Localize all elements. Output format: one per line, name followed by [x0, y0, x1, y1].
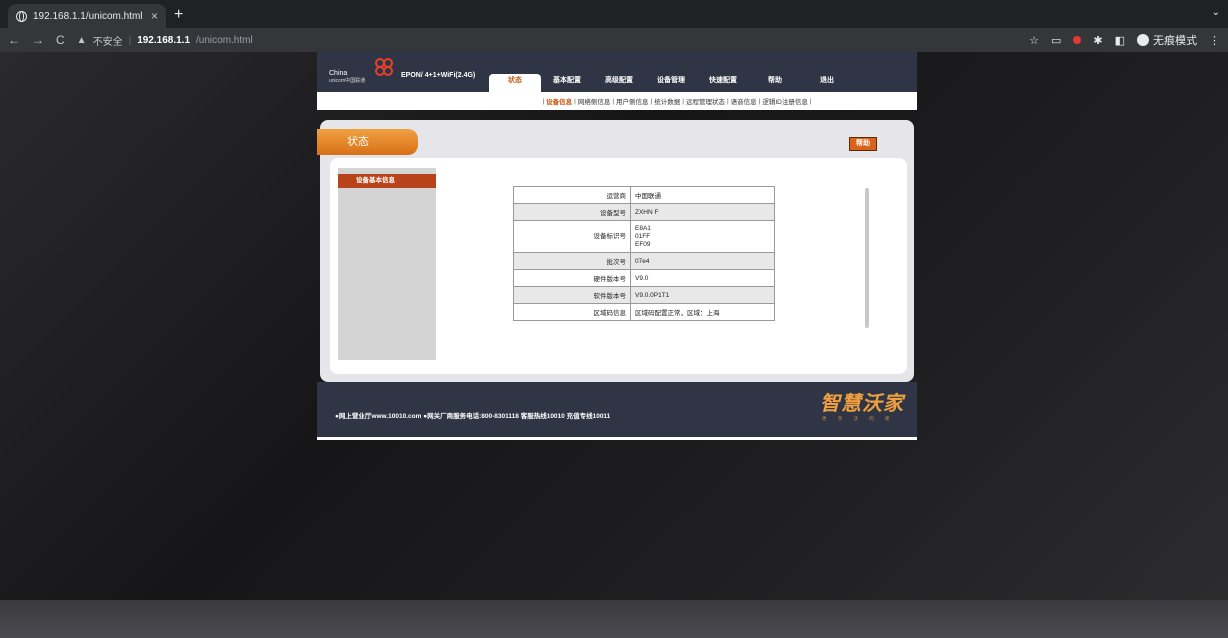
table-key: 区域码信息 — [513, 303, 631, 321]
table-key: 硬件版本号 — [513, 269, 631, 287]
address-bar[interactable]: ▲ 不安全 | 192.168.1.1/unicom.html — [77, 33, 253, 48]
brand-logo-text: 智慧沃家 — [820, 393, 904, 415]
main-nav: 状态 基本配置 高级配置 设备管理 快速配置 帮助 退出 — [489, 74, 853, 92]
star-icon[interactable]: ☆ — [1029, 34, 1039, 47]
adblock-icon[interactable] — [1073, 36, 1082, 44]
incognito-badge[interactable]: 无痕模式 — [1137, 32, 1197, 48]
table-value: 中国联通 — [630, 186, 775, 204]
table-row: 批次号 07e4 — [513, 252, 775, 270]
incognito-label: 无痕模式 — [1153, 35, 1197, 47]
nav-advanced-config[interactable]: 高级配置 — [593, 74, 645, 92]
nav-basic-config[interactable]: 基本配置 — [541, 74, 593, 92]
globe-icon — [16, 10, 27, 22]
table-value: E8A1 01FF EF09 — [630, 220, 775, 253]
table-row: 硬件版本号 V9.0 — [513, 269, 775, 287]
table-key: 设备标识号 — [513, 220, 631, 253]
browser-tabstrip: 192.168.1.1/unicom.html × + ⌄ — [0, 0, 1228, 28]
nav-quick-config[interactable]: 快速配置 — [697, 74, 749, 92]
table-key: 运营商 — [513, 186, 631, 204]
table-key: 软件版本号 — [513, 286, 631, 304]
puzzle-icon[interactable]: ✱ — [1093, 34, 1102, 47]
logo-sub: unicom中国联通 — [329, 78, 366, 84]
reload-icon[interactable]: C — [56, 33, 65, 47]
close-tab-icon[interactable]: × — [151, 9, 158, 23]
table-value: ZXHN F — [630, 203, 775, 221]
nav-logout[interactable]: 退出 — [801, 74, 853, 92]
browser-tab[interactable]: 192.168.1.1/unicom.html × — [8, 4, 166, 28]
content-panel: 状态 帮助 设备基本信息 运营商 中国联通 设备型号 ZXHN F 设备标识号 E8A1 … — [317, 120, 914, 382]
incognito-icon — [1137, 34, 1149, 46]
help-button[interactable]: 帮助 — [849, 137, 877, 151]
forward-arrow-icon[interactable]: → — [32, 33, 44, 47]
nav-device-management[interactable]: 设备管理 — [645, 74, 697, 92]
table-row: 运营商 中国联通 — [513, 186, 775, 204]
sub-nav: | 设备信息 | 网络侧信息 | 用户侧信息 | 统计数据 | 远程管理状态 |… — [317, 92, 917, 110]
unicom-logo: China unicom中国联通 — [329, 56, 409, 88]
subnav-statistics[interactable]: 统计数据 — [654, 96, 680, 106]
table-value: V9.0 — [630, 269, 775, 287]
sidepanel-icon[interactable]: ◧ — [1115, 34, 1125, 47]
toolbar-actions: ☆ ▭ ✱ ◧ 无痕模式 ⋮ — [1029, 32, 1220, 48]
new-tab-button[interactable]: + — [174, 6, 183, 24]
table-value: V9.0.0P1T1 — [630, 286, 775, 304]
subnav-device-info[interactable]: 设备信息 — [546, 96, 572, 106]
table-row: 设备型号 ZXHN F — [513, 203, 775, 221]
subnav-network-info[interactable]: 网络侧信息 — [578, 96, 611, 106]
table-row: 软件版本号 V9.0.0P1T1 — [513, 286, 775, 304]
table-value: 07e4 — [630, 252, 775, 270]
brand-slogan: 更 享 沃 的 家 — [822, 416, 895, 421]
footer-divider — [317, 437, 917, 440]
subnav-user-info[interactable]: 用户侧信息 — [616, 96, 649, 106]
tab-title: 192.168.1.1/unicom.html — [33, 10, 143, 22]
logo-en: China — [329, 70, 348, 77]
url-separator: | — [128, 34, 132, 46]
nav-help[interactable]: 帮助 — [749, 74, 801, 92]
unicom-knot-icon — [375, 58, 393, 76]
content-inner: 设备基本信息 运营商 中国联通 设备型号 ZXHN F 设备标识号 E8A1 01FF E… — [330, 158, 907, 374]
chevron-down-icon[interactable]: ⌄ — [1212, 7, 1220, 18]
security-status: 不安全 — [92, 36, 123, 48]
table-value: 区域码配置正常，区域：上海 — [630, 303, 775, 321]
url-host: 192.168.1.1 — [137, 34, 191, 46]
router-ui: China unicom中国联通 EPON/ 4+1+WiFi(2.4G) 状态… — [317, 52, 917, 440]
page-bottom-band — [0, 600, 1228, 638]
menu-icon[interactable]: ⋮ — [1209, 34, 1220, 47]
browser-toolbar: ← → C ▲ 不安全 | 192.168.1.1/unicom.html ☆ … — [0, 28, 1228, 52]
section-title: 状态 — [317, 129, 418, 155]
router-footer: ●网上营业厅www.10010.com ●网关厂商服务电话:800-830111… — [317, 382, 917, 437]
back-arrow-icon[interactable]: ← — [8, 33, 20, 47]
scrollbar[interactable] — [863, 188, 871, 348]
table-row: 区域码信息 区域码配置正常，区域：上海 — [513, 303, 775, 321]
device-model: EPON/ 4+1+WiFi(2.4G) — [401, 72, 476, 79]
subnav-voice-info[interactable]: 语音信息 — [731, 96, 757, 106]
footer-service-note: ●网上营业厅www.10010.com ●网关厂商服务电话:800-830111… — [335, 413, 611, 420]
nav-status[interactable]: 状态 — [489, 74, 541, 92]
subnav-remote-management[interactable]: 远程管理状态 — [686, 96, 725, 106]
table-key: 设备型号 — [513, 203, 631, 221]
scrollbar-thumb[interactable] — [865, 188, 869, 328]
warning-icon: ▲ — [76, 34, 87, 46]
url-path: /unicom.html — [196, 34, 253, 46]
left-sidebar: 设备基本信息 — [338, 168, 436, 360]
table-row: 设备标识号 E8A1 01FF EF09 — [513, 220, 775, 253]
subnav-logical-id[interactable]: 逻辑ID注册信息 — [762, 96, 808, 106]
router-header: China unicom中国联通 EPON/ 4+1+WiFi(2.4G) 状态… — [317, 52, 917, 92]
table-key: 批次号 — [513, 252, 631, 270]
device-info-table: 运营商 中国联通 设备型号 ZXHN F 设备标识号 E8A1 01FF EF09 批次号 0… — [513, 186, 775, 321]
extension-icon[interactable]: ▭ — [1051, 34, 1061, 47]
sidebar-item-device-basic-info[interactable]: 设备基本信息 — [338, 174, 436, 188]
